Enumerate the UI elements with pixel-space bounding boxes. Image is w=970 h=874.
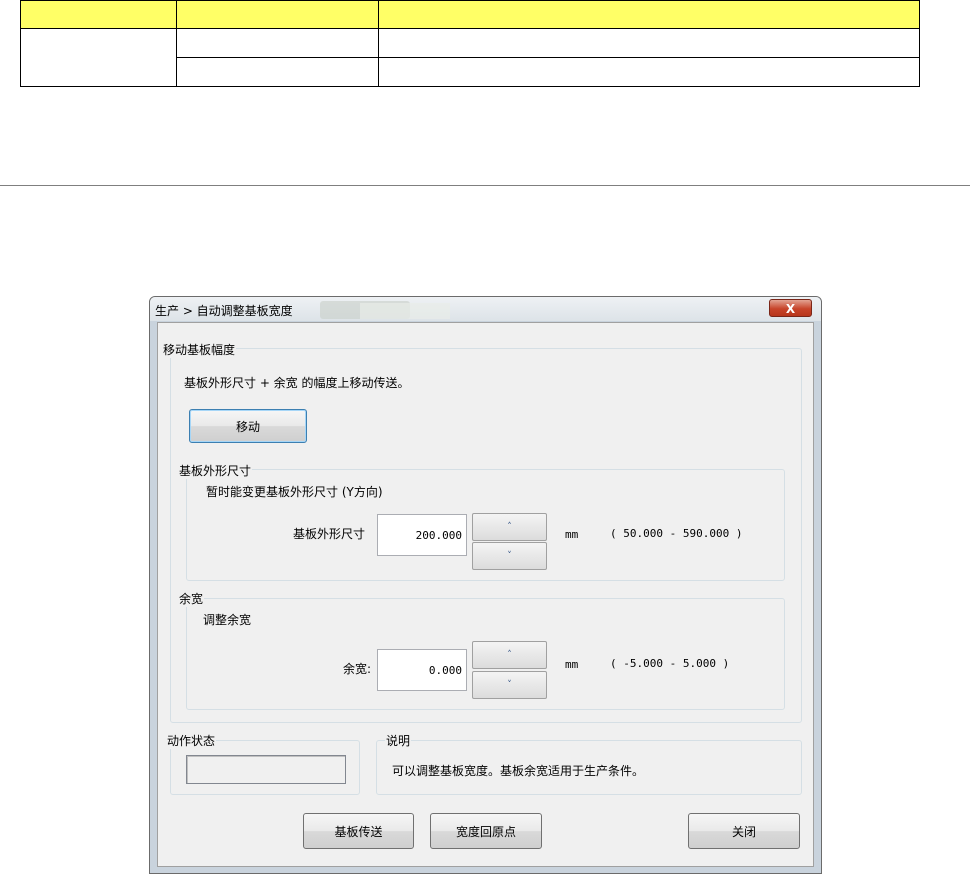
move-description: 基板外形尺寸 + 余宽 的幅度上移动传送。: [184, 376, 410, 390]
dialog-client-area: 移动基板幅度 基板外形尺寸 + 余宽 的幅度上移动传送。 移动 基板外形尺寸 暂…: [157, 322, 814, 867]
board-size-up-button[interactable]: ˄: [472, 513, 547, 541]
margin-unit: mm: [565, 658, 579, 671]
table-header-cell: [20, 0, 177, 29]
board-size-down-button[interactable]: ˅: [472, 542, 547, 570]
horizontal-divider: [0, 185, 970, 186]
table-header-cell: [176, 0, 379, 29]
table-cell: [20, 27, 177, 88]
status-display: [186, 755, 346, 784]
table-cell: [378, 56, 920, 88]
margin-group-label: 余宽: [178, 590, 205, 607]
board-size-description: 暂时能变更基板外形尺寸 (Y方向): [206, 485, 383, 499]
chevron-up-icon: ˄: [507, 650, 512, 660]
table-header-cell: [378, 0, 920, 29]
board-size-field-label: 基板外形尺寸: [293, 527, 366, 541]
board-size-group-label: 基板外形尺寸: [178, 462, 253, 479]
margin-input[interactable]: 0.000: [377, 649, 467, 691]
margin-up-button[interactable]: ˄: [472, 641, 547, 669]
margin-down-button[interactable]: ˅: [472, 671, 547, 699]
board-transfer-button[interactable]: 基板传送: [303, 813, 414, 849]
table-cell: [176, 56, 379, 88]
move-width-group-label: 移动基板幅度: [162, 341, 237, 358]
width-origin-button[interactable]: 宽度回原点: [430, 813, 542, 849]
margin-description: 调整余宽: [203, 613, 252, 627]
table-cell: [378, 27, 920, 58]
margin-range: ( -5.000 - 5.000 ): [610, 657, 730, 670]
board-size-range: ( 50.000 - 590.000 ): [610, 527, 743, 540]
board-size-unit: mm: [565, 528, 579, 541]
info-text: 可以调整基板宽度。基板余宽适用于生产条件。: [392, 764, 645, 778]
title-bar[interactable]: 生产 > 自动调整基板宽度 X: [150, 297, 821, 321]
status-group-label: 动作状态: [166, 732, 217, 749]
close-button[interactable]: 关闭: [688, 813, 800, 849]
chevron-up-icon: ˄: [507, 522, 512, 532]
board-size-value: 200.000: [415, 529, 462, 542]
board-size-input[interactable]: 200.000: [377, 514, 467, 556]
chevron-down-icon: ˅: [507, 680, 512, 690]
dialog-title: 生产 > 自动调整基板宽度: [155, 304, 293, 318]
table-cell: [176, 27, 379, 58]
margin-field-label: 余宽:: [343, 662, 372, 676]
info-group-label: 说明: [385, 732, 412, 749]
header-table: [20, 0, 920, 88]
move-button[interactable]: 移动: [189, 409, 307, 443]
background-blur: [360, 303, 450, 319]
dialog-window: 生产 > 自动调整基板宽度 X 移动基板幅度 基板外形尺寸 + 余宽 的幅度上移…: [149, 296, 822, 874]
margin-value: 0.000: [428, 664, 462, 677]
close-icon[interactable]: X: [769, 299, 812, 317]
chevron-down-icon: ˅: [507, 551, 512, 561]
